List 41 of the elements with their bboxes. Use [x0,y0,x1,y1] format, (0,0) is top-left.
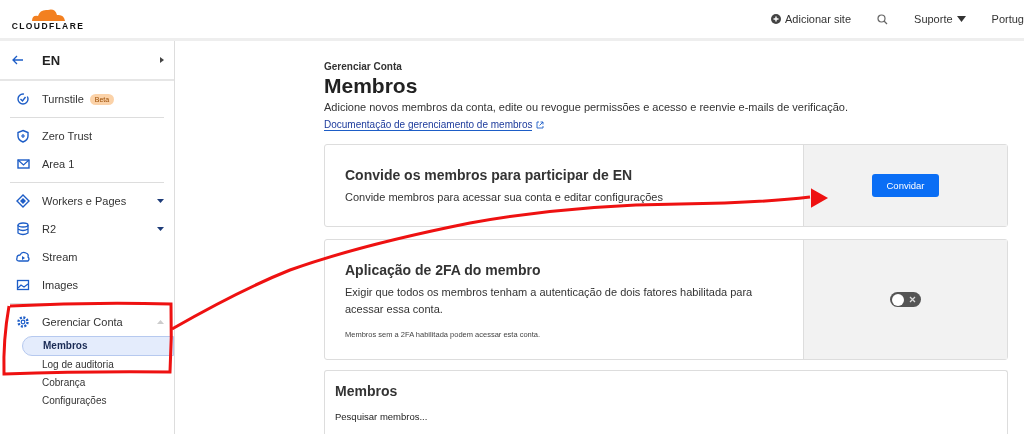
toggle-switch[interactable] [890,292,921,307]
documentation-link[interactable]: Documentação de gerenciamento de membros [324,119,533,131]
account-name: EN [42,52,62,68]
submenu-item[interactable]: Cobrança [22,374,164,392]
diamond-icon [16,194,30,208]
sidebar-item[interactable]: R2 [10,215,164,243]
shield-icon [16,129,30,143]
submenu-item[interactable]: Membros [22,336,174,356]
settings-icon [16,315,30,329]
section-title: Membros [335,383,399,399]
x-icon [909,296,916,303]
caret-right-icon[interactable] [160,57,164,63]
cloud-icon [16,250,30,264]
sidebar-item[interactable]: Gerenciar Conta [10,308,164,336]
invite-button[interactable]: Convidar [872,174,939,197]
page-description: Adicione novos membros da conta, edite ou revogue permissões e acesso e reenvie e-mails de verificação. [324,101,849,113]
card-title: Convide os membros para participar de EN [345,167,634,183]
logo-text: CLOUDFLARE [11,21,85,31]
submenu-item[interactable]: Configurações [22,392,164,410]
sidebar-item[interactable]: Area 1 [10,150,164,178]
envelope-icon [16,157,30,171]
image-icon [16,278,30,292]
database-icon [16,222,30,236]
add-site-link[interactable]: Adicionar site [771,13,852,25]
card-title: Aplicação de 2FA do membro [345,262,542,278]
breadcrumb: Gerenciar Conta [324,61,403,72]
card-description: Exigir que todos os membros tenham a autenticação de dois fatores habilitada para acessar essa conta. [345,285,754,317]
sidebar-item[interactable]: Images [10,271,164,299]
sidebar-item[interactable]: Zero Trust [10,122,164,150]
external-link-icon [536,121,545,129]
page-title: Membros [324,74,419,98]
card-description: Convide membros para acessar sua conta e editar configurações [345,190,664,205]
sidebar-item[interactable]: Workers e Pages [10,187,164,215]
back-arrow-icon[interactable] [12,55,24,65]
support-menu[interactable]: Suporte [914,13,966,25]
plus-circle-icon [771,14,781,24]
language-menu[interactable]: Portug [991,13,1024,25]
search-icon[interactable] [877,13,889,25]
caret-down-icon [956,16,966,22]
submenu-item[interactable]: Log de auditoria [22,356,164,374]
sidebar-item[interactable]: Stream [10,243,164,271]
